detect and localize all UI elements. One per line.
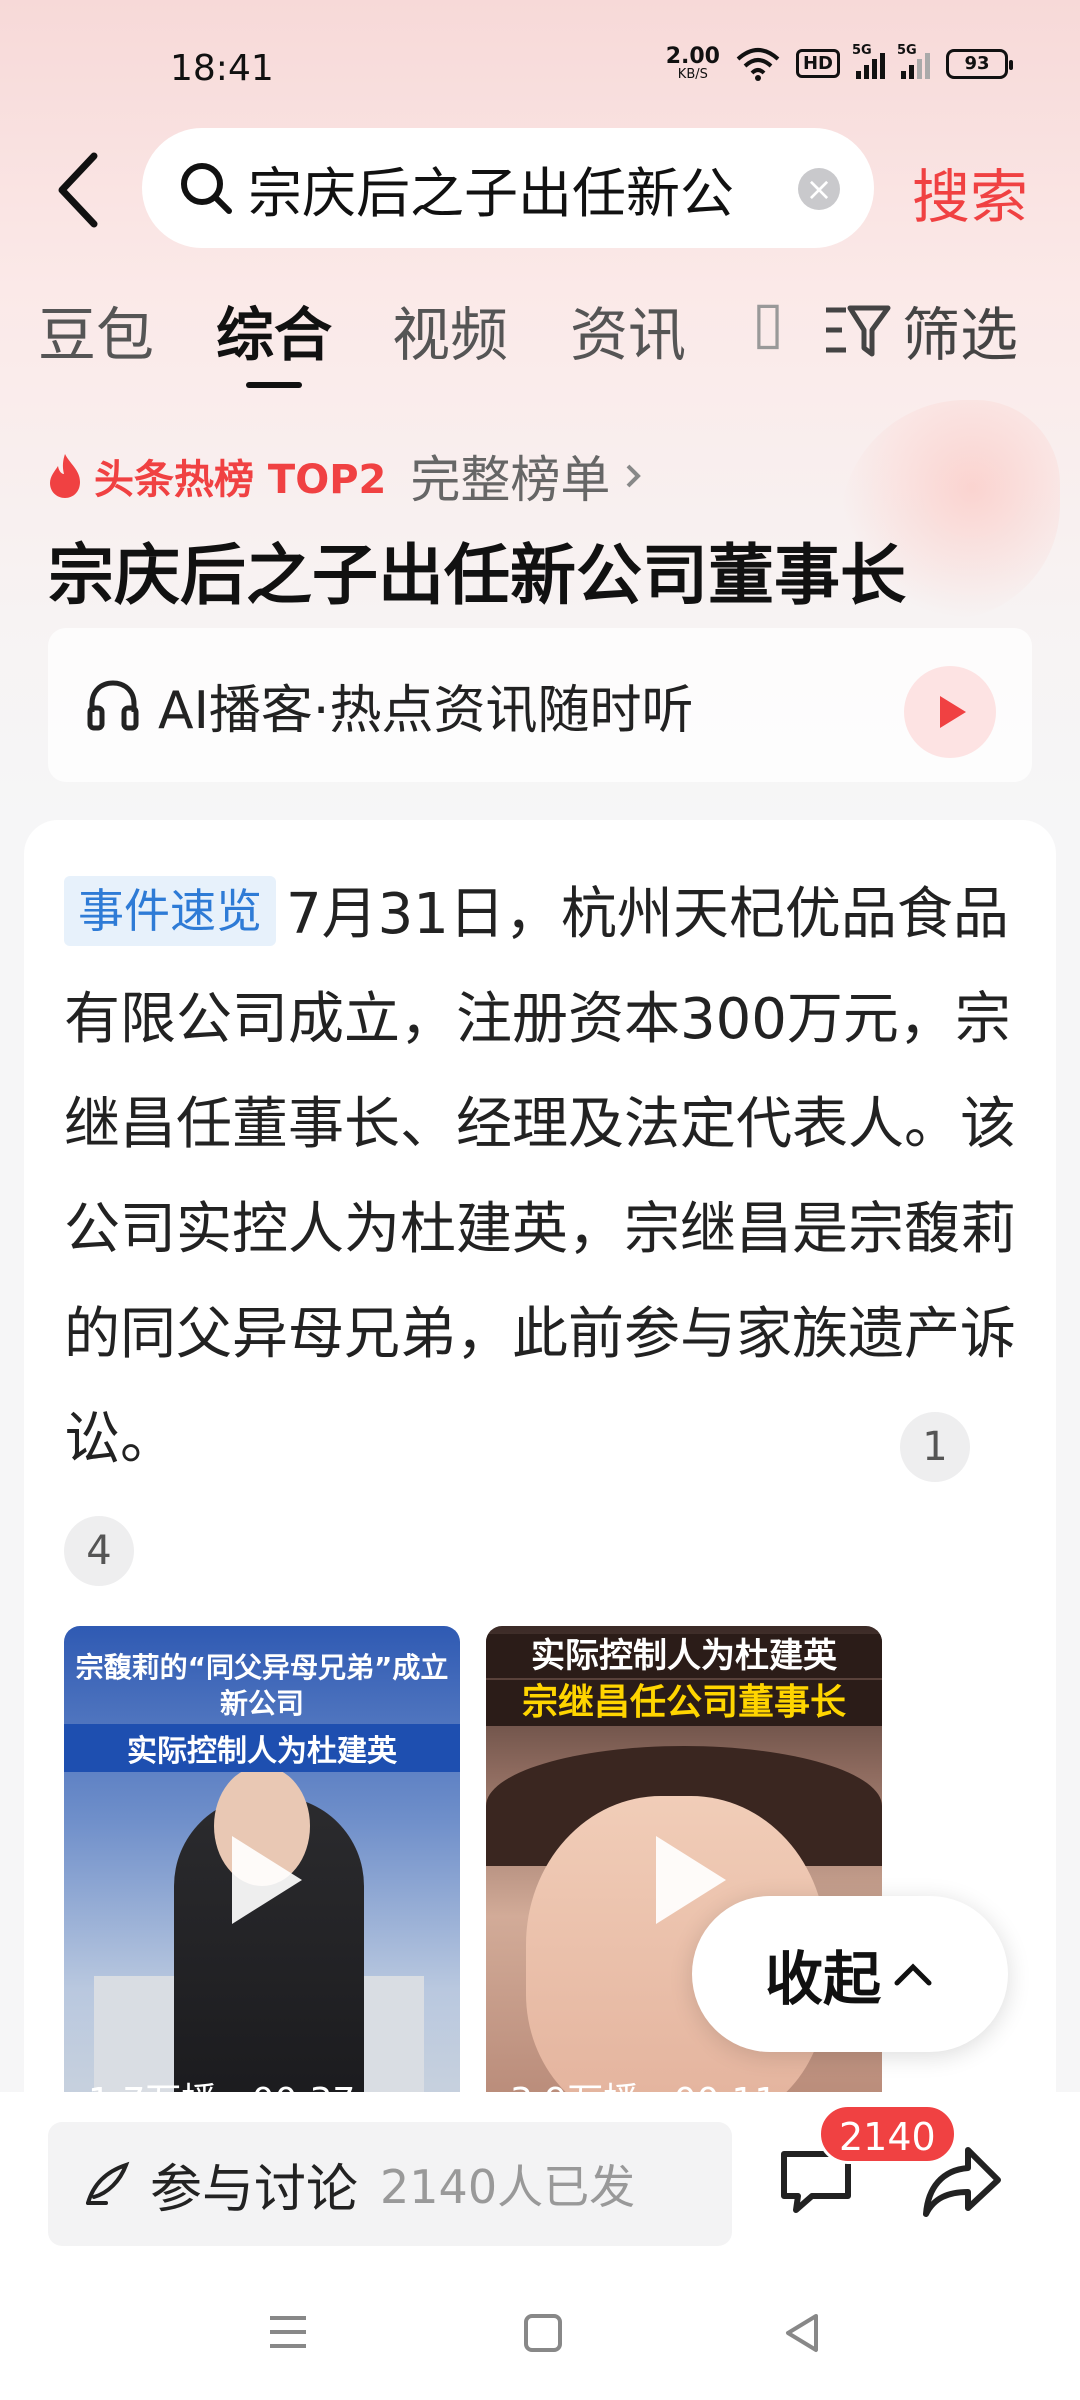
play-icon <box>940 696 966 728</box>
full-ranking-link[interactable]: 完整榜单 <box>410 440 610 512</box>
event-summary: 事件速览 7月31日，杭州天杞优品食品有限公司成立，注册资本300万元，宗继昌任董… <box>64 862 1020 1492</box>
flame-icon <box>50 454 80 498</box>
tab-comprehensive[interactable]: 综合 <box>216 288 332 372</box>
video-2-caption-bottom: 宗继昌任公司董事长 <box>486 1680 882 1726</box>
search-button[interactable]: 搜索 <box>912 150 1028 234</box>
tab-news[interactable]: 资讯 <box>570 288 686 372</box>
event-text: 7月31日，杭州天杞优品食品有限公司成立，注册资本300万元，宗继昌任董事长、经… <box>64 882 1016 1472</box>
battery-icon: 93 <box>946 48 1013 79</box>
chevron-up-icon <box>894 1963 932 1986</box>
tab-video[interactable]: 视频 <box>392 288 508 372</box>
video-1-caption-bottom: 实际控制人为杜建英 <box>64 1724 460 1772</box>
search-icon <box>181 163 232 214</box>
hd-voice-icon: HD <box>795 49 840 78</box>
status-time: 18:41 <box>170 48 274 89</box>
pen-icon <box>86 2161 130 2205</box>
page-title: 宗庆后之子出任新公司董事长 <box>48 537 906 614</box>
discussion-input[interactable]: 参与讨论 2140人已发 <box>48 2122 732 2246</box>
discussion-label: 参与讨论 <box>150 2159 359 2220</box>
hot-ranking-row[interactable]: 头条热榜 TOP2 完整榜单 <box>46 440 648 512</box>
network-speed-unit: KB/S <box>677 67 708 82</box>
ai-podcast-bar[interactable]: AI播客·热点资讯随时听 <box>48 628 1032 782</box>
hot-ranking-label: 头条热榜 TOP2 <box>94 457 387 503</box>
podcast-play-button[interactable] <box>904 666 996 758</box>
video-play-icon <box>232 1836 302 1924</box>
video-1-caption-top: 宗馥莉的“同父异母兄弟”成立新公司 <box>75 1651 449 1720</box>
collapse-button[interactable]: 收起 <box>692 1896 1008 2052</box>
signal-icon-2: 5G <box>897 43 930 79</box>
menu-icon[interactable] <box>266 2312 310 2352</box>
share-icon[interactable] <box>920 2140 1004 2224</box>
tab-doubao[interactable]: 豆包 <box>38 288 154 372</box>
filter-icon <box>826 305 891 357</box>
wifi-icon <box>736 47 780 81</box>
reference-badge-2[interactable]: 4 <box>64 1516 134 1586</box>
video-thumbnail-1[interactable]: 宗馥莉的“同父异母兄弟”成立新公司 实际控制人为杜建英 1.7万播 · 00:3… <box>64 1626 460 2110</box>
filter-label: 筛选 <box>902 301 1019 369</box>
signal-icon-1: 5G <box>852 43 885 79</box>
signal-label-2: 5G <box>897 42 917 58</box>
ai-podcast-label: AI播客·热点资讯随时听 <box>158 680 694 741</box>
discussion-count: 2140人已发 <box>380 2160 636 2214</box>
collapse-label: 收起 <box>764 1945 881 2013</box>
chevron-right-icon <box>626 464 642 488</box>
network-speed: 2.00 KB/S <box>665 44 720 82</box>
video-play-icon <box>656 1836 726 1924</box>
video-2-caption-top: 实际控制人为杜建英 <box>486 1634 882 1678</box>
active-tab-indicator <box>246 382 302 388</box>
clear-icon[interactable]: × <box>798 168 840 210</box>
search-input[interactable] <box>248 156 768 220</box>
search-bar[interactable]: × <box>142 128 874 248</box>
headphones-icon <box>87 680 139 731</box>
status-icons: 2.00 KB/S HD 5G 5G 93 <box>665 43 1013 82</box>
home-icon[interactable] <box>522 2312 564 2354</box>
event-tag: 事件速览 <box>64 876 276 946</box>
network-speed-value: 2.00 <box>665 44 720 69</box>
back-icon[interactable] <box>782 2312 822 2354</box>
reference-badge-1[interactable]: 1 <box>900 1412 970 1482</box>
signal-label-1: 5G <box>852 42 872 58</box>
tab-truncated[interactable]: ▯ <box>752 288 782 356</box>
filter-button[interactable]: 筛选 <box>822 288 1018 372</box>
back-arrow-icon[interactable] <box>50 150 110 230</box>
status-bar: 18:41 2.00 KB/S HD 5G 5G 93 <box>0 0 1080 130</box>
